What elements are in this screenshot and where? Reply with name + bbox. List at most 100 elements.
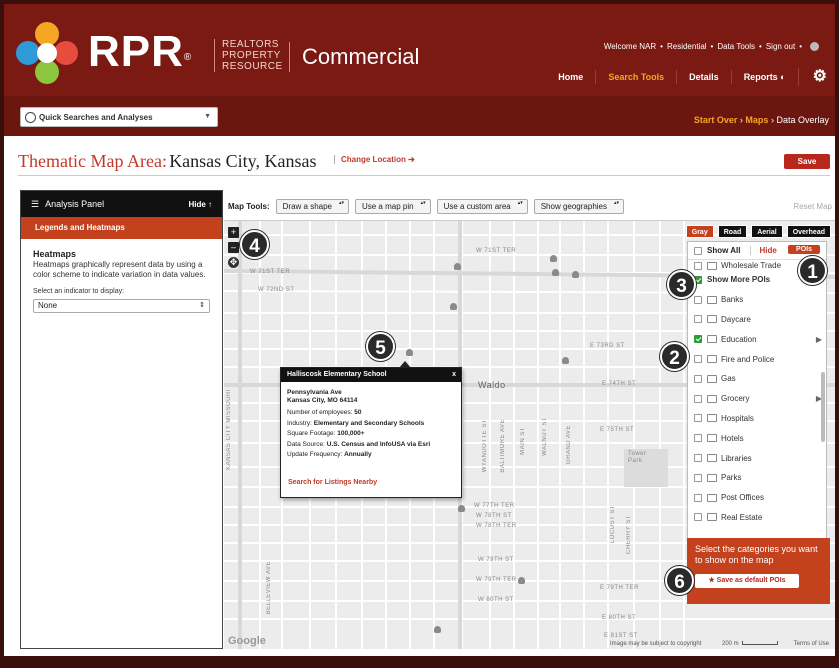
poi-checkbox[interactable] [694, 473, 702, 482]
info-key: Update Frequency: [287, 451, 343, 459]
link-separator: • [759, 42, 762, 51]
poi-checkbox[interactable] [694, 295, 702, 304]
indicator-select[interactable]: None ⇕ [33, 299, 210, 313]
school-poi-icon[interactable] [572, 271, 579, 278]
breadcrumb-start-over[interactable]: Start Over [694, 115, 738, 125]
poi-item-parks[interactable]: Parks [688, 468, 820, 488]
school-poi-icon[interactable] [434, 626, 441, 633]
show-all-checkbox[interactable] [694, 246, 702, 255]
link-separator: • [799, 42, 802, 51]
zoom-out-icon[interactable]: – [228, 242, 239, 253]
tab-legends-heatmaps[interactable]: Legends and Heatmaps [21, 217, 222, 239]
school-poi-icon[interactable] [450, 303, 457, 310]
school-poi-icon[interactable] [562, 357, 569, 364]
map-type-gray[interactable]: Gray [685, 225, 714, 238]
school-poi-icon[interactable] [552, 269, 559, 276]
street-label: E 75TH ST [600, 427, 635, 433]
poi-checkbox[interactable] [694, 454, 702, 463]
poi-item-hospitals[interactable]: Hospitals [688, 409, 820, 429]
poi-label: Daycare [721, 314, 751, 324]
school-poi-icon[interactable] [518, 577, 525, 584]
data-tools-link[interactable]: Data Tools [717, 42, 755, 51]
sign-out-link[interactable]: Sign out [766, 42, 795, 51]
quick-search-dropdown[interactable]: Quick Searches and Analyses ▼ [20, 107, 218, 127]
poi-checkbox[interactable] [694, 335, 702, 344]
change-location-link[interactable]: Change Location ➔ [334, 155, 415, 164]
poi-item-education[interactable]: Education ▶ [688, 329, 822, 349]
residential-link[interactable]: Residential [667, 42, 707, 51]
indicator-select-label: Select an indicator to display: [33, 288, 125, 295]
breadcrumb-maps[interactable]: Maps [745, 115, 768, 125]
status-dot-icon [810, 42, 819, 51]
search-listings-nearby-link[interactable]: Search for Listings Nearby [288, 479, 377, 486]
nav-reports[interactable]: Reports ◐ [730, 70, 798, 84]
panel-hide-button[interactable]: Hide ↑ [188, 200, 212, 209]
select-arrows-icon: ⇕ [199, 302, 205, 309]
poi-item-libraries[interactable]: Libraries [688, 448, 820, 468]
map-type-road[interactable]: Road [717, 225, 748, 238]
geographies-dropdown[interactable]: Show geographies [533, 198, 624, 214]
pan-icon[interactable]: ✥ [228, 257, 239, 268]
zoom-in-icon[interactable]: + [228, 227, 239, 238]
poi-scrollbar[interactable] [821, 372, 825, 442]
info-value: 50 [354, 409, 362, 416]
nav-details[interactable]: Details [676, 70, 731, 84]
poi-checkbox[interactable] [694, 493, 702, 502]
callout-badge: 6 [665, 566, 694, 595]
poi-footer-text: Select the categories you want to show o… [695, 544, 818, 565]
poi-checkbox[interactable] [694, 374, 702, 383]
save-default-pois-button[interactable]: ★ Save as default POIs [695, 574, 799, 588]
poi-panel-footer: Select the categories you want to show o… [687, 538, 830, 604]
poi-item-banks[interactable]: Banks [688, 290, 820, 310]
poi-checkbox[interactable] [694, 262, 702, 270]
scale-bar [742, 641, 778, 645]
poi-item-post-offices[interactable]: Post Offices [688, 488, 820, 508]
map-canvas[interactable]: W 71ST TER W 71ST TER W 72ND ST E 73RD S… [224, 220, 835, 649]
poi-item-fire-police[interactable]: Fire and Police [688, 349, 820, 369]
poi-checkbox[interactable] [694, 414, 702, 423]
settings-gear-icon[interactable]: ⚙ [797, 68, 835, 86]
info-row: Industry: Elementary and Secondary Schoo… [287, 419, 455, 430]
save-button[interactable]: Save [784, 154, 830, 169]
school-poi-icon[interactable] [454, 263, 461, 270]
poi-checkbox[interactable] [694, 315, 702, 324]
map-type-aerial[interactable]: Aerial [751, 225, 783, 238]
park-label: Tower Park [628, 451, 647, 464]
rpr-logo-icon[interactable] [14, 20, 80, 86]
close-icon[interactable]: x [452, 368, 456, 382]
poi-checkbox[interactable] [694, 434, 702, 443]
draw-shape-dropdown[interactable]: Draw a shape [275, 198, 349, 214]
school-poi-icon[interactable] [550, 255, 557, 262]
gas-icon [707, 374, 717, 383]
street-label: W 71ST TER [476, 248, 517, 254]
info-row: Square Footage: 100,000+ [287, 429, 455, 440]
poi-checkbox[interactable] [694, 355, 702, 364]
poi-hide-button[interactable]: Hide [750, 246, 777, 255]
poi-item-real-estate[interactable]: Real Estate [688, 508, 820, 528]
school-poi-icon[interactable] [406, 349, 413, 356]
main-nav: Home Search Tools Details Reports ◐ ⚙ [546, 64, 835, 90]
reset-map-link[interactable]: Reset Map [793, 202, 832, 211]
map-pin-dropdown[interactable]: Use a map pin [354, 198, 431, 214]
nav-search-tools[interactable]: Search Tools [595, 70, 676, 84]
school-poi-icon[interactable] [458, 505, 465, 512]
terms-of-use-link[interactable]: Terms of Use [794, 641, 829, 647]
info-address-line: Pennsylvania Ave [287, 389, 342, 396]
custom-area-dropdown[interactable]: Use a custom area [436, 198, 528, 214]
poi-item-grocery[interactable]: Grocery ▶ [688, 389, 822, 409]
map-tools-label: Map Tools: [228, 201, 270, 211]
pois-tab[interactable]: POIs [788, 245, 820, 254]
poi-item-gas[interactable]: Gas [688, 369, 820, 389]
poi-checkbox[interactable] [694, 513, 702, 522]
reports-badge-icon: ◐ [780, 72, 786, 82]
poi-item-hotels[interactable]: Hotels [688, 428, 820, 448]
breadcrumb-separator: › [739, 115, 743, 125]
street-label: CHERRY ST [626, 515, 632, 554]
map-type-overhead[interactable]: Overhead [786, 225, 831, 238]
info-key: Industry: [287, 419, 312, 427]
expand-arrow-icon[interactable]: ▶ [816, 335, 822, 344]
poi-item-daycare[interactable]: Daycare [688, 310, 820, 330]
nav-home[interactable]: Home [546, 70, 595, 84]
poi-checkbox[interactable] [694, 394, 702, 403]
street-label: MAIN ST [520, 427, 526, 455]
